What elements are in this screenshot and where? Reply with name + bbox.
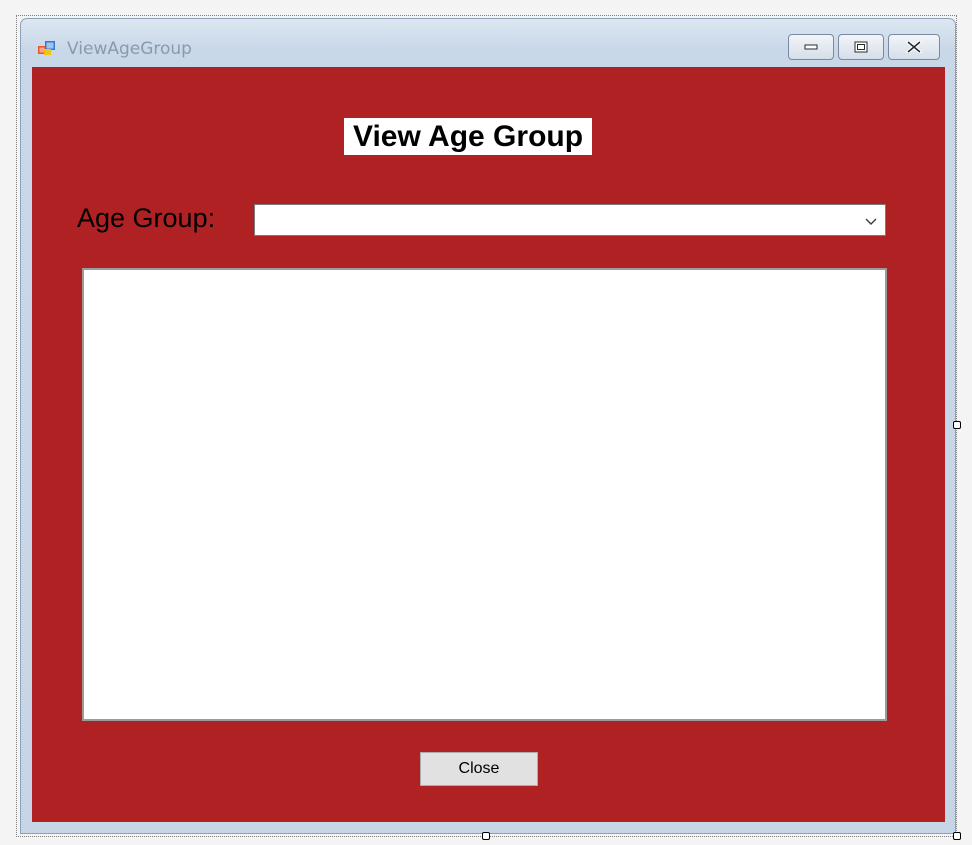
window-title: ViewAgeGroup	[67, 39, 192, 59]
windows-form-icon	[38, 40, 56, 56]
chevron-down-icon[interactable]	[863, 214, 879, 228]
resize-handle-bottom[interactable]	[482, 832, 490, 840]
resize-handle-right[interactable]	[953, 421, 961, 429]
close-window-button[interactable]	[888, 34, 940, 60]
form-client-area: View Age Group Age Group: Close	[32, 67, 945, 822]
age-group-label: Age Group:	[77, 203, 216, 233]
minimize-button[interactable]	[788, 34, 834, 60]
designer-surface: ViewAgeGroup View Age Group Age Group: C…	[0, 0, 972, 845]
form-window[interactable]: ViewAgeGroup View Age Group Age Group: C…	[20, 18, 956, 834]
title-bar[interactable]: ViewAgeGroup	[21, 19, 955, 67]
age-group-list-box[interactable]	[82, 268, 887, 721]
age-group-dropdown[interactable]	[254, 204, 886, 236]
close-button[interactable]: Close	[420, 752, 538, 786]
resize-handle-bottom-right[interactable]	[953, 832, 961, 840]
window-controls	[788, 34, 940, 60]
maximize-button[interactable]	[838, 34, 884, 60]
page-title: View Age Group	[344, 118, 593, 155]
